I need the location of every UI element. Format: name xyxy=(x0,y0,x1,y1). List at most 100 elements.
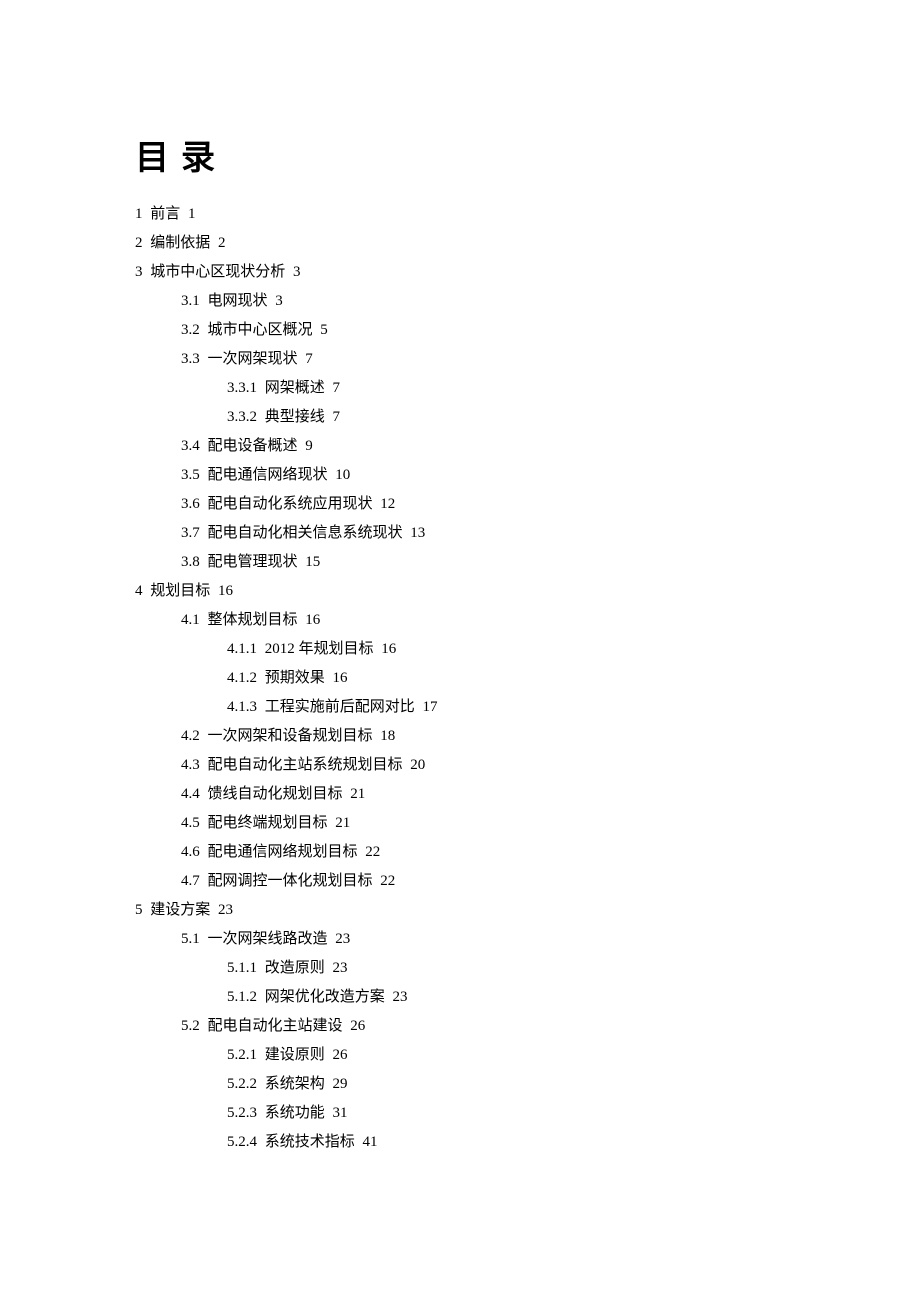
toc-entry: 4.7 配网调控一体化规划目标 22 xyxy=(135,874,800,889)
toc-entry: 5 建设方案 23 xyxy=(135,903,800,918)
toc-entry: 5.2.4 系统技术指标 41 xyxy=(135,1135,800,1150)
toc-entry-page: 3 xyxy=(275,293,283,309)
toc-entry-title: 一次网架线路改造 xyxy=(208,931,328,947)
toc-entry: 4.6 配电通信网络规划目标 22 xyxy=(135,845,800,860)
toc-entry-title: 改造原则 xyxy=(265,960,325,976)
toc-entry: 3.6 配电自动化系统应用现状 12 xyxy=(135,497,800,512)
toc-entry-number: 5.2.4 xyxy=(227,1134,257,1150)
toc-entry: 3.5 配电通信网络现状 10 xyxy=(135,468,800,483)
toc-entry: 3.3.1 网架概述 7 xyxy=(135,381,800,396)
toc-entry: 4.1 整体规划目标 16 xyxy=(135,613,800,628)
toc-entry-title: 配电通信网络现状 xyxy=(208,467,328,483)
toc-entry-page: 17 xyxy=(423,699,438,715)
toc-entry-title: 配电自动化主站系统规划目标 xyxy=(208,757,403,773)
toc-entry-page: 22 xyxy=(365,844,380,860)
toc-entry-page: 23 xyxy=(333,960,348,976)
toc-entry: 5.2 配电自动化主站建设 26 xyxy=(135,1019,800,1034)
toc-entry-title: 前言 xyxy=(150,206,180,222)
toc-entry-page: 10 xyxy=(335,467,350,483)
toc-entry-number: 2 xyxy=(135,235,143,251)
toc-entry-title: 配电通信网络规划目标 xyxy=(208,844,358,860)
toc-entry: 5.2.3 系统功能 31 xyxy=(135,1106,800,1121)
toc-entry: 5.2.2 系统架构 29 xyxy=(135,1077,800,1092)
toc-entry-number: 4.1 xyxy=(181,612,200,628)
toc-entry: 1 前言 1 xyxy=(135,207,800,222)
toc-heading: 目录 xyxy=(135,130,800,179)
toc-entry-title: 系统架构 xyxy=(265,1076,325,1092)
toc-entry: 4.1.3 工程实施前后配网对比 17 xyxy=(135,700,800,715)
toc-entry-title: 工程实施前后配网对比 xyxy=(265,699,415,715)
toc-entry-title: 编制依据 xyxy=(150,235,210,251)
toc-entry-page: 26 xyxy=(350,1018,365,1034)
toc-entry-page: 5 xyxy=(320,322,328,338)
toc-entry-title: 一次网架和设备规划目标 xyxy=(208,728,373,744)
toc-entry-number: 3 xyxy=(135,264,143,280)
toc-entry-title: 一次网架现状 xyxy=(208,351,298,367)
toc-entry-page: 13 xyxy=(410,525,425,541)
toc-list: 1 前言 12 编制依据 23 城市中心区现状分析 33.1 电网现状 33.2… xyxy=(135,207,800,1150)
toc-entry: 3.3.2 典型接线 7 xyxy=(135,410,800,425)
toc-entry-title: 网架概述 xyxy=(265,380,325,396)
toc-entry-title: 配电自动化系统应用现状 xyxy=(208,496,373,512)
toc-entry: 3.1 电网现状 3 xyxy=(135,294,800,309)
toc-entry-number: 5.2 xyxy=(181,1018,200,1034)
toc-entry-page: 9 xyxy=(305,438,313,454)
toc-entry: 4.5 配电终端规划目标 21 xyxy=(135,816,800,831)
toc-entry-page: 26 xyxy=(333,1047,348,1063)
toc-entry: 4.1.1 2012 年规划目标 16 xyxy=(135,642,800,657)
toc-entry: 5.2.1 建设原则 26 xyxy=(135,1048,800,1063)
document-page: 目录 1 前言 12 编制依据 23 城市中心区现状分析 33.1 电网现状 3… xyxy=(0,0,920,1302)
toc-entry-page: 21 xyxy=(350,786,365,802)
toc-entry-title: 预期效果 xyxy=(265,670,325,686)
toc-entry-title: 配网调控一体化规划目标 xyxy=(208,873,373,889)
toc-entry-page: 18 xyxy=(380,728,395,744)
toc-entry-number: 5.1.1 xyxy=(227,960,257,976)
toc-entry-number: 5.2.1 xyxy=(227,1047,257,1063)
toc-entry-page: 23 xyxy=(393,989,408,1005)
toc-entry-page: 41 xyxy=(363,1134,378,1150)
toc-entry-title: 系统功能 xyxy=(265,1105,325,1121)
toc-entry-page: 16 xyxy=(333,670,348,686)
toc-entry-title: 建设原则 xyxy=(265,1047,325,1063)
toc-entry: 3.3 一次网架现状 7 xyxy=(135,352,800,367)
toc-entry-number: 3.6 xyxy=(181,496,200,512)
toc-entry-title: 配电管理现状 xyxy=(208,554,298,570)
toc-entry: 4.1.2 预期效果 16 xyxy=(135,671,800,686)
toc-entry-page: 12 xyxy=(380,496,395,512)
toc-entry-title: 规划目标 xyxy=(150,583,210,599)
toc-entry-page: 1 xyxy=(188,206,196,222)
toc-entry-number: 1 xyxy=(135,206,143,222)
toc-entry-title: 配电自动化相关信息系统现状 xyxy=(208,525,403,541)
toc-entry-number: 5.2.3 xyxy=(227,1105,257,1121)
toc-entry-page: 22 xyxy=(380,873,395,889)
toc-entry-number: 3.2 xyxy=(181,322,200,338)
toc-entry: 4 规划目标 16 xyxy=(135,584,800,599)
toc-entry: 4.4 馈线自动化规划目标 21 xyxy=(135,787,800,802)
toc-entry-page: 7 xyxy=(333,409,341,425)
toc-entry-page: 21 xyxy=(335,815,350,831)
toc-entry-number: 4.4 xyxy=(181,786,200,802)
toc-entry-number: 3.3 xyxy=(181,351,200,367)
toc-entry-title: 配电自动化主站建设 xyxy=(208,1018,343,1034)
toc-entry: 4.3 配电自动化主站系统规划目标 20 xyxy=(135,758,800,773)
toc-entry: 5.1 一次网架线路改造 23 xyxy=(135,932,800,947)
toc-entry-title: 整体规划目标 xyxy=(208,612,298,628)
toc-entry-title: 配电终端规划目标 xyxy=(208,815,328,831)
toc-entry-page: 16 xyxy=(305,612,320,628)
toc-entry-number: 4.1.2 xyxy=(227,670,257,686)
toc-entry-number: 4 xyxy=(135,583,143,599)
toc-entry-number: 4.6 xyxy=(181,844,200,860)
toc-entry-number: 4.1.1 xyxy=(227,641,257,657)
toc-entry-page: 23 xyxy=(335,931,350,947)
toc-entry-number: 3.7 xyxy=(181,525,200,541)
toc-entry-number: 4.3 xyxy=(181,757,200,773)
toc-entry-page: 2 xyxy=(218,235,226,251)
toc-entry-page: 7 xyxy=(333,380,341,396)
toc-entry-page: 3 xyxy=(293,264,301,280)
toc-entry-title: 2012 年规划目标 xyxy=(265,641,374,657)
toc-entry-number: 3.1 xyxy=(181,293,200,309)
toc-entry-number: 3.5 xyxy=(181,467,200,483)
toc-entry-number: 5 xyxy=(135,902,143,918)
toc-entry-title: 系统技术指标 xyxy=(265,1134,355,1150)
toc-entry-title: 城市中心区概况 xyxy=(208,322,313,338)
